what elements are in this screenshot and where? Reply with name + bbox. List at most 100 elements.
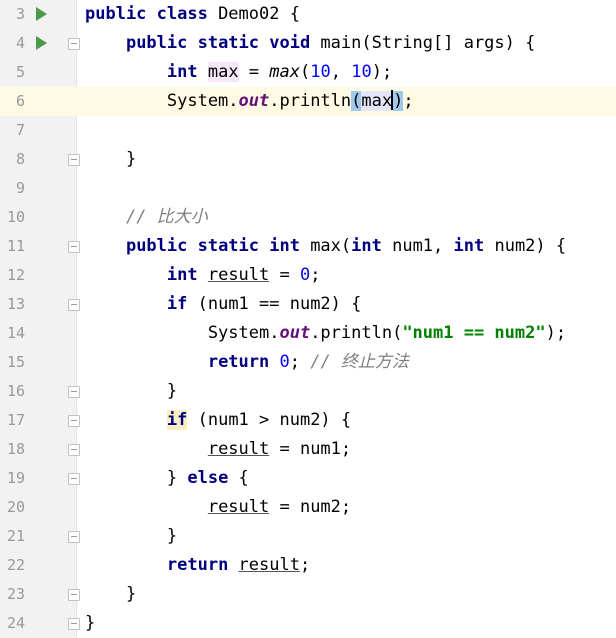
code-token: int: [166, 62, 208, 82]
code-token: public class: [85, 4, 219, 24]
code-text: }: [85, 377, 177, 406]
code-token: .println(: [310, 323, 403, 343]
line-number: 21: [6, 527, 25, 545]
code-token: }: [85, 149, 137, 169]
code-line[interactable]: 22 return result;: [0, 551, 616, 580]
code-line[interactable]: 24}: [0, 609, 616, 638]
code-line[interactable]: 11 public static int max(int num1, int n…: [0, 232, 616, 261]
code-token: max: [361, 91, 393, 111]
code-line[interactable]: 21 }: [0, 522, 616, 551]
run-icon[interactable]: [36, 36, 47, 50]
code-token: max(: [310, 236, 352, 256]
line-number: 7: [15, 121, 25, 139]
code-line[interactable]: 5 int max = max(10, 10);: [0, 58, 616, 87]
code-token: return: [207, 352, 280, 372]
code-token: max: [269, 62, 300, 82]
code-token: );: [545, 323, 567, 343]
code-token: =: [269, 265, 300, 285]
code-token: (num1 == num2) {: [197, 294, 362, 314]
code-token: ): [393, 91, 404, 111]
code-token: // 终止方法: [310, 352, 409, 372]
code-token: =: [238, 62, 270, 82]
code-token: );: [371, 62, 393, 82]
code-line[interactable]: 14 System.out.println("num1 == num2");: [0, 319, 616, 348]
code-token: out: [238, 91, 270, 111]
code-line[interactable]: 7: [0, 116, 616, 145]
code-line[interactable]: 6 System.out.println(max);: [0, 87, 616, 116]
code-text: result = num1;: [85, 435, 351, 464]
code-token: 10: [310, 62, 331, 82]
code-line[interactable]: 20 result = num2;: [0, 493, 616, 522]
fold-icon[interactable]: [68, 531, 80, 543]
code-token: = num2;: [269, 497, 352, 517]
code-line[interactable]: 17 if (num1 > num2) {: [0, 406, 616, 435]
code-editor[interactable]: 3 public class Demo02 {4 public static vo…: [0, 0, 616, 638]
code-line[interactable]: 13 if (num1 == num2) {: [0, 290, 616, 319]
code-text: return 0; // 终止方法: [85, 348, 409, 377]
code-token: ;: [289, 352, 311, 372]
code-token: = num1;: [269, 439, 352, 459]
code-text: if (num1 > num2) {: [85, 406, 351, 435]
fold-icon[interactable]: [68, 386, 80, 398]
line-number: 13: [6, 295, 25, 313]
code-token: (: [351, 91, 362, 111]
fold-icon[interactable]: [68, 618, 80, 630]
fold-icon[interactable]: [68, 444, 80, 456]
code-token: 10: [351, 62, 372, 82]
line-number: 22: [6, 556, 25, 574]
line-number: 9: [15, 179, 25, 197]
code-token: (: [300, 62, 311, 82]
run-icon[interactable]: [36, 7, 47, 21]
fold-icon[interactable]: [68, 589, 80, 601]
fold-icon[interactable]: [68, 241, 80, 253]
code-text: return result;: [85, 551, 310, 580]
code-token: "num1 == num2": [402, 323, 546, 343]
code-token: ;: [403, 91, 414, 111]
code-token: }: [85, 584, 137, 604]
code-text: int result = 0;: [85, 261, 321, 290]
code-token: {: [238, 468, 249, 488]
code-line[interactable]: 4 public static void main(String[] args)…: [0, 29, 616, 58]
code-token: ;: [299, 555, 311, 575]
code-token: // 比大小: [125, 207, 208, 227]
code-line[interactable]: 15 return 0; // 终止方法: [0, 348, 616, 377]
code-line[interactable]: 16 }: [0, 377, 616, 406]
line-number: 23: [6, 585, 25, 603]
code-line[interactable]: 10 // 比大小: [0, 203, 616, 232]
code-token: (num1 > num2) {: [187, 410, 352, 430]
fold-icon[interactable]: [68, 299, 80, 311]
fold-icon[interactable]: [68, 154, 80, 166]
code-line[interactable]: 12 int result = 0;: [0, 261, 616, 290]
code-token: 0: [279, 352, 290, 372]
fold-icon[interactable]: [68, 473, 80, 485]
code-token: int: [351, 236, 393, 256]
code-token: result: [238, 555, 300, 575]
code-token: }: [85, 468, 188, 488]
line-number: 12: [6, 266, 25, 284]
code-line[interactable]: 9: [0, 174, 616, 203]
line-number: 17: [6, 411, 25, 429]
code-line[interactable]: 8 }: [0, 145, 616, 174]
code-line[interactable]: 19 } else {: [0, 464, 616, 493]
fold-icon[interactable]: [68, 415, 80, 427]
code-token: return: [166, 555, 239, 575]
line-number: 18: [6, 440, 25, 458]
line-number: 8: [15, 150, 25, 168]
line-number: 16: [6, 382, 25, 400]
code-text: result = num2;: [85, 493, 351, 522]
line-number: 24: [6, 614, 25, 632]
code-line[interactable]: 3 public class Demo02 {: [0, 0, 616, 29]
fold-icon[interactable]: [68, 38, 80, 50]
code-token: public static void: [125, 33, 321, 53]
code-token: max: [207, 62, 239, 82]
code-text: }: [85, 580, 136, 609]
code-line[interactable]: 18 result = num1;: [0, 435, 616, 464]
code-line[interactable]: 23 }: [0, 580, 616, 609]
